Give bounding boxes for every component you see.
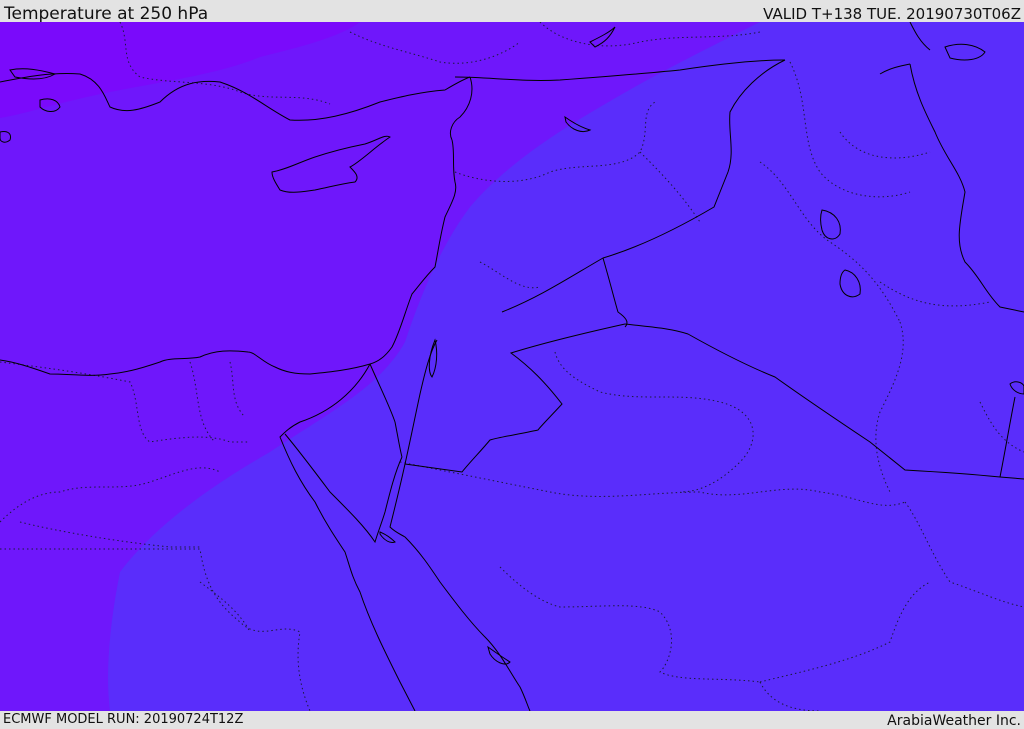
model-run-label: ECMWF MODEL RUN: 20190724T12Z [3,712,244,727]
map-footer: ECMWF MODEL RUN: 20190724T12Z ArabiaWeat… [0,711,1024,729]
map-header: Temperature at 250 hPa VALID T+138 TUE. … [0,0,1024,24]
credit-label: ArabiaWeather Inc. [887,713,1021,729]
map-title: Temperature at 250 hPa [4,4,209,24]
weather-map[interactable] [0,22,1024,711]
